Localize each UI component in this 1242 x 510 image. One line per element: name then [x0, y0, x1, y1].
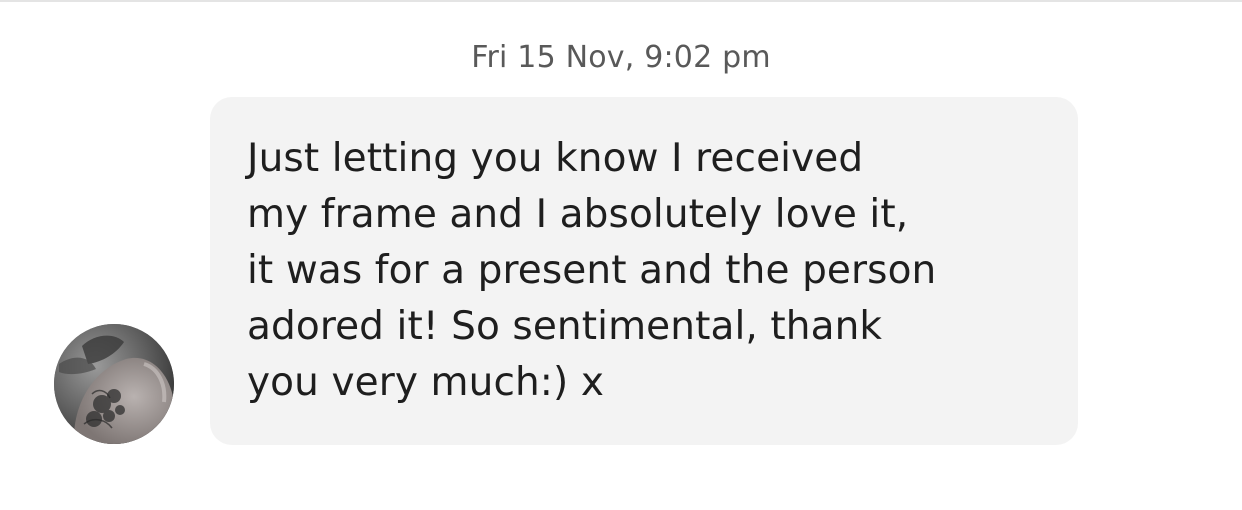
- message-text-line: you very much:) x: [247, 360, 605, 405]
- message-row: Just letting you know I received my fram…: [0, 0, 1242, 510]
- message-text-line: adored it! So sentimental, thank: [247, 304, 883, 349]
- message-text-line: my frame and I absolutely love it,: [247, 192, 909, 237]
- message-text-line: it was for a present and the person: [247, 248, 937, 293]
- sender-avatar[interactable]: [54, 324, 174, 444]
- message-bubble[interactable]: Just letting you know I received my fram…: [210, 97, 1078, 445]
- message-text-line: Just letting you know I received: [247, 136, 864, 181]
- avatar-photo: [54, 324, 174, 444]
